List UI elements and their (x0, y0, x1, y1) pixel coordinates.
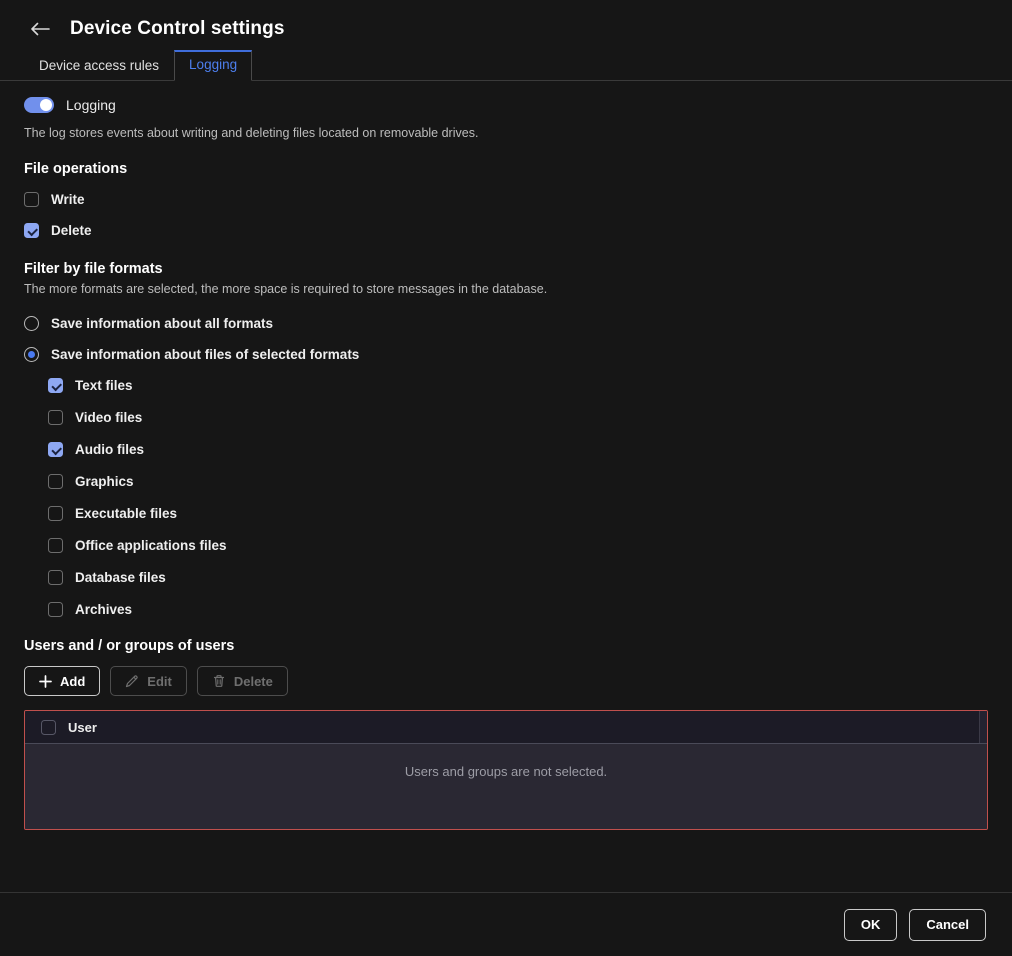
users-table-body: Users and groups are not selected. (25, 744, 987, 829)
checkbox-row-executable-files[interactable]: Executable files (48, 503, 988, 524)
trash-icon (212, 674, 226, 688)
dialog-footer: OK Cancel (0, 892, 1012, 956)
radio-label-selected-formats: Save information about files of selected… (51, 347, 360, 362)
settings-body: Logging The log stores events about writ… (0, 81, 1012, 892)
checkbox-graphics[interactable] (48, 474, 63, 489)
filter-formats-description: The more formats are selected, the more … (24, 282, 548, 296)
checkbox-archives[interactable] (48, 602, 63, 617)
checkbox-write[interactable] (24, 192, 39, 207)
checkbox-row-write[interactable]: Write (24, 189, 988, 210)
arrow-left-icon[interactable] (30, 18, 52, 40)
checkbox-label-executable-files: Executable files (75, 506, 178, 521)
plus-icon (39, 674, 52, 688)
select-all-users-checkbox[interactable] (41, 719, 56, 735)
radio-label-all-formats: Save information about all formats (51, 316, 274, 331)
checkbox-row-database-files[interactable]: Database files (48, 567, 988, 588)
checkbox-text-files[interactable] (48, 378, 63, 393)
checkbox-row-audio-files[interactable]: Audio files (48, 439, 988, 460)
tab-device-access-rules[interactable]: Device access rules (24, 51, 174, 81)
checkbox-label-write: Write (51, 192, 85, 207)
delete-user-button[interactable]: Delete (196, 666, 288, 696)
users-section-title: Users and / or groups of users (24, 638, 235, 654)
checkbox-label-graphics: Graphics (75, 474, 134, 489)
checkbox-label-audio-files: Audio files (75, 442, 145, 457)
device-control-settings-window: Device Control settings Device access ru… (0, 0, 1012, 956)
edit-user-button[interactable]: Edit (110, 666, 187, 696)
checkbox-database-files[interactable] (48, 570, 63, 585)
checkbox-row-delete[interactable]: Delete (24, 220, 988, 241)
toggle-knob (40, 99, 52, 111)
users-action-buttons: Add Edit Delete (24, 666, 988, 696)
filter-formats-title: Filter by file formats (24, 261, 163, 277)
edit-user-button-label: Edit (147, 673, 172, 689)
header-top-bar: Device Control settings (0, 14, 1012, 44)
checkbox-label-archives: Archives (75, 602, 133, 617)
checkbox-label-database-files: Database files (75, 570, 166, 585)
checkbox-delete[interactable] (24, 223, 39, 238)
cancel-button[interactable]: Cancel (909, 908, 986, 941)
ok-button[interactable]: OK (843, 908, 898, 941)
tab-bar: Device access rules Logging (0, 44, 1012, 81)
logging-toggle-label: Logging (66, 97, 116, 113)
users-table-empty-message: Users and groups are not selected. (404, 764, 608, 779)
add-user-button[interactable]: Add (24, 666, 101, 696)
checkbox-row-office-files[interactable]: Office applications files (48, 535, 988, 556)
checkbox-label-delete: Delete (51, 223, 92, 238)
add-user-button-label: Add (60, 673, 86, 689)
radio-all-formats[interactable] (24, 316, 39, 331)
checkbox-row-archives[interactable]: Archives (48, 599, 988, 620)
checkbox-office-files[interactable] (48, 538, 63, 553)
checkbox-label-office-files: Office applications files (75, 538, 227, 553)
users-table-header-row: User (25, 711, 987, 744)
radio-selected-formats[interactable] (24, 347, 39, 362)
logging-toggle-row: Logging (24, 97, 988, 113)
page-title: Device Control settings (70, 18, 285, 39)
checkbox-executable-files[interactable] (48, 506, 63, 521)
checkbox-row-video-files[interactable]: Video files (48, 407, 988, 428)
checkbox-video-files[interactable] (48, 410, 63, 425)
checkbox-label-text-files: Text files (75, 378, 133, 393)
logging-toggle[interactable] (24, 97, 54, 113)
logging-description: The log stores events about writing and … (24, 126, 479, 140)
pencil-icon (125, 674, 139, 688)
delete-user-button-label: Delete (233, 673, 273, 689)
users-table: User Users and groups are not selected. (24, 710, 988, 830)
checkbox-audio-files[interactable] (48, 442, 63, 457)
file-operations-title: File operations (24, 161, 128, 177)
checkbox-row-graphics[interactable]: Graphics (48, 471, 988, 492)
table-scrollbar[interactable] (979, 711, 987, 743)
users-table-column-header-user: User (68, 719, 97, 735)
window-header: Device Control settings Device access ru… (0, 0, 1012, 81)
tab-logging[interactable]: Logging (174, 50, 253, 81)
format-checkbox-list: Text files Video files Audio files Graph… (48, 375, 988, 620)
radio-row-selected-formats[interactable]: Save information about files of selected… (24, 344, 988, 365)
checkbox-row-text-files[interactable]: Text files (48, 375, 988, 396)
checkbox-label-video-files: Video files (75, 410, 143, 425)
radio-row-all-formats[interactable]: Save information about all formats (24, 313, 988, 334)
